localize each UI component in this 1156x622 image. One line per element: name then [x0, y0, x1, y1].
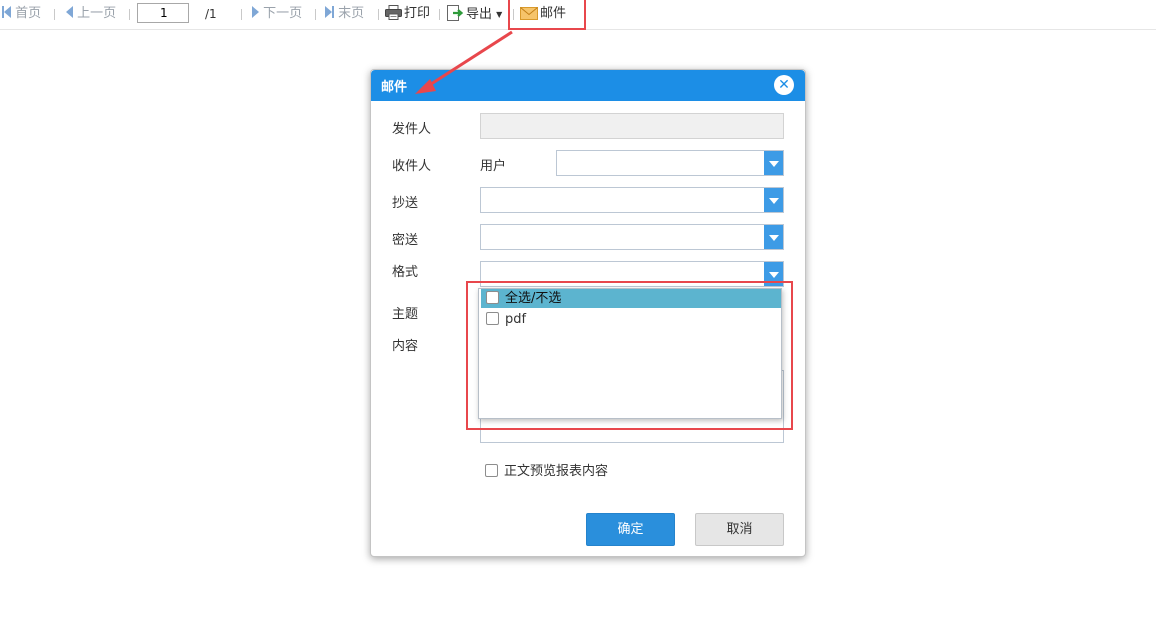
recipient-type-label: 用户: [480, 159, 507, 174]
print-label: 打印: [404, 6, 431, 21]
bcc-label: 密送: [392, 233, 419, 248]
cc-combo[interactable]: [480, 187, 784, 213]
last-page-button[interactable]: 末页: [325, 5, 364, 23]
sender-field: [480, 113, 784, 139]
sender-label: 发件人: [392, 122, 432, 137]
cc-label: 抄送: [392, 196, 419, 211]
next-page-icon: [252, 6, 259, 18]
next-page-button[interactable]: 下一页: [252, 5, 302, 23]
prev-page-label: 上一页: [77, 6, 117, 21]
print-button[interactable]: 打印: [385, 5, 430, 23]
preview-label: 正文预览报表内容: [504, 464, 609, 479]
ok-button[interactable]: 确定: [586, 513, 675, 546]
content-label: 内容: [392, 339, 419, 354]
first-page-button[interactable]: 首页: [2, 5, 41, 23]
prev-page-button[interactable]: 上一页: [66, 5, 116, 23]
close-icon[interactable]: ✕: [774, 75, 794, 95]
chevron-down-icon: ▼: [496, 10, 503, 19]
export-label: 导出: [466, 7, 493, 22]
subject-label: 主题: [392, 307, 419, 322]
printer-icon: [385, 5, 402, 26]
export-icon: [447, 5, 464, 27]
preview-checkbox-row[interactable]: 正文预览报表内容: [485, 460, 608, 479]
page-number-input[interactable]: [137, 3, 189, 23]
preview-checkbox[interactable]: [485, 464, 498, 477]
first-page-label: 首页: [15, 6, 42, 21]
chevron-down-icon[interactable]: [764, 188, 783, 212]
mail-button-annotation: [508, 0, 586, 30]
cancel-button[interactable]: 取消: [695, 513, 784, 546]
chevron-down-icon[interactable]: [764, 151, 783, 175]
recipient-label: 收件人: [392, 159, 432, 174]
bcc-combo[interactable]: [480, 224, 784, 250]
dialog-header: 邮件 ✕: [371, 70, 805, 101]
chevron-down-icon[interactable]: [764, 225, 783, 249]
last-page-label: 末页: [338, 6, 365, 21]
format-label: 格式: [392, 265, 419, 280]
dialog-title: 邮件: [381, 80, 408, 95]
next-page-label: 下一页: [263, 6, 303, 21]
prev-page-icon: [66, 6, 73, 18]
export-button[interactable]: 导出 ▼: [447, 5, 502, 23]
dropdown-annotation: [466, 281, 793, 430]
page-total: /1: [205, 7, 217, 21]
recipient-combo[interactable]: [556, 150, 784, 176]
last-page-icon: [325, 6, 332, 18]
